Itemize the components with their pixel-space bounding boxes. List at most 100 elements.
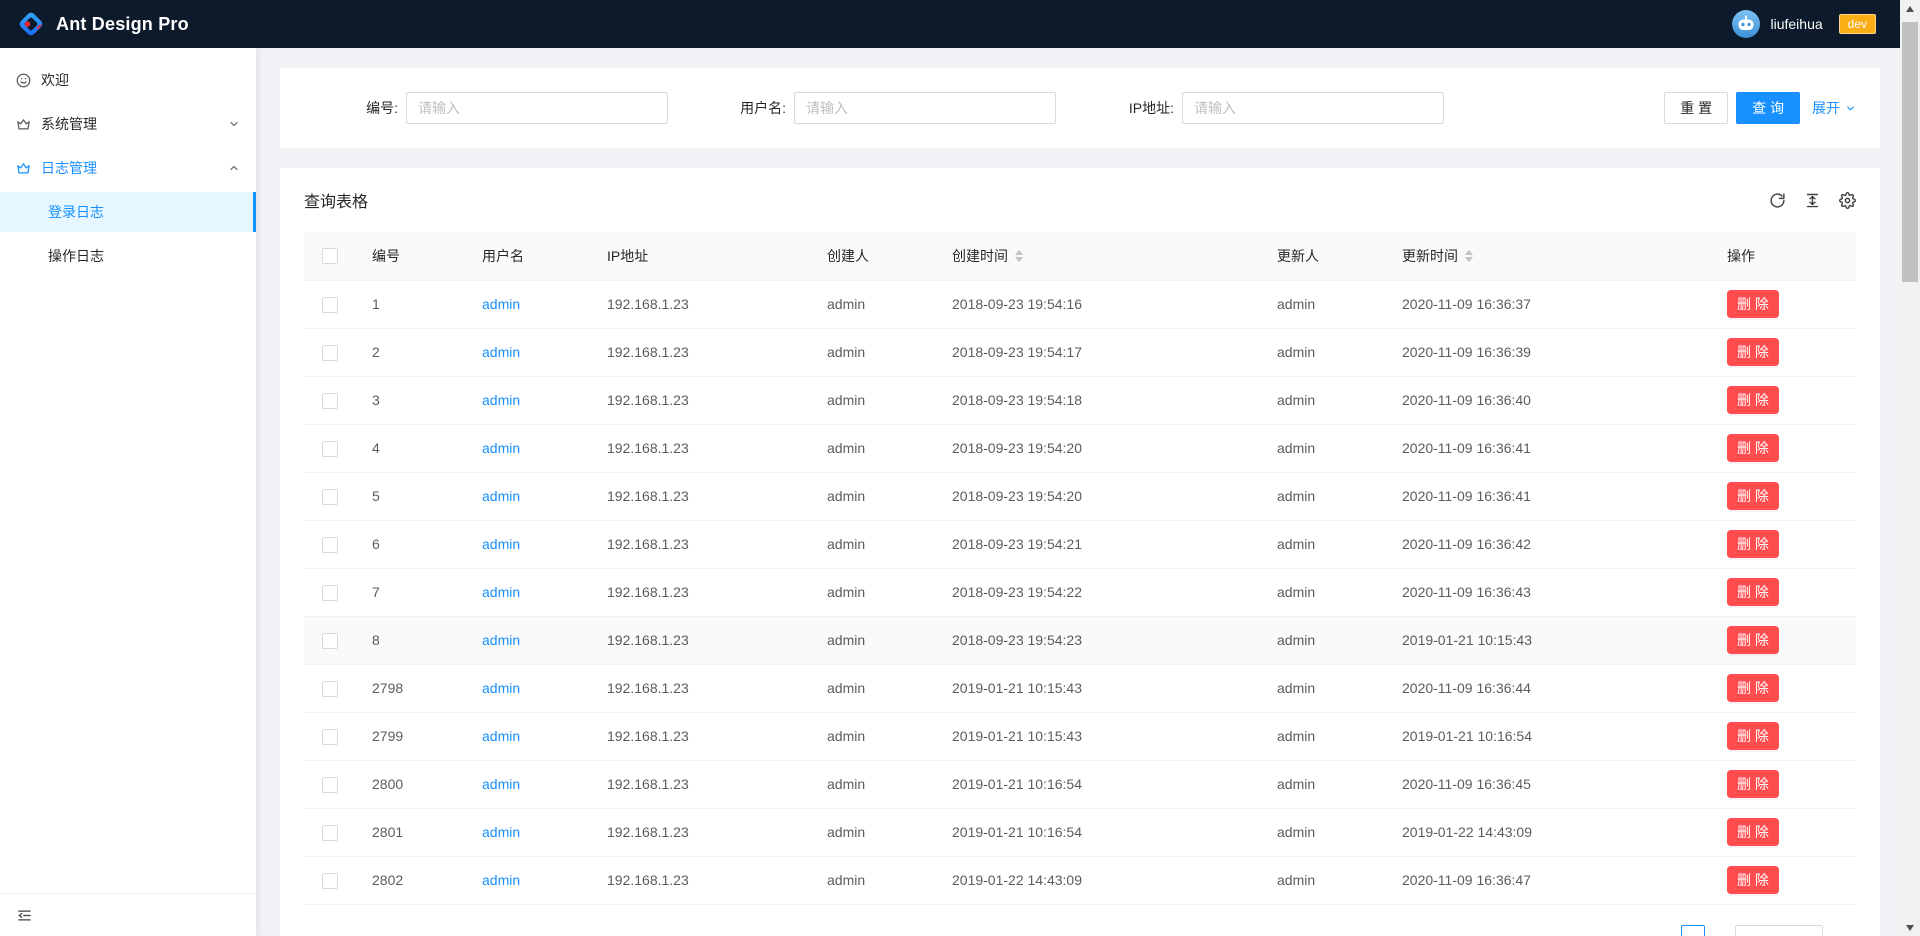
delete-button[interactable]: 删 除 bbox=[1727, 290, 1779, 318]
delete-button[interactable]: 删 除 bbox=[1727, 386, 1779, 414]
ip-input[interactable] bbox=[1182, 92, 1444, 124]
table-row: 2 admin 192.168.1.23 admin 2018-09-23 19… bbox=[304, 328, 1856, 376]
row-checkbox[interactable] bbox=[322, 873, 338, 889]
row-checkbox[interactable] bbox=[322, 825, 338, 841]
delete-button[interactable]: 删 除 bbox=[1727, 866, 1779, 894]
row-checkbox[interactable] bbox=[322, 345, 338, 361]
sidebar-item-operation-log[interactable]: 操作日志 bbox=[0, 236, 256, 276]
cell-ip: 192.168.1.23 bbox=[591, 280, 811, 328]
sidebar-collapse-trigger[interactable] bbox=[0, 893, 256, 936]
row-checkbox[interactable] bbox=[322, 297, 338, 313]
cell-updated-at: 2020-11-09 16:36:39 bbox=[1386, 328, 1711, 376]
table-body: 1 admin 192.168.1.23 admin 2018-09-23 19… bbox=[304, 280, 1856, 904]
id-input[interactable] bbox=[406, 92, 668, 124]
cell-creator: admin bbox=[811, 664, 936, 712]
row-checkbox[interactable] bbox=[322, 777, 338, 793]
row-checkbox[interactable] bbox=[322, 441, 338, 457]
delete-button[interactable]: 删 除 bbox=[1727, 626, 1779, 654]
reset-button[interactable]: 重 置 bbox=[1664, 92, 1728, 124]
select-all-checkbox[interactable] bbox=[322, 248, 338, 264]
reload-icon[interactable] bbox=[1769, 192, 1786, 209]
cell-ip: 192.168.1.23 bbox=[591, 808, 811, 856]
username-link[interactable]: admin bbox=[482, 680, 520, 696]
username-link[interactable]: admin bbox=[482, 632, 520, 648]
row-checkbox[interactable] bbox=[322, 489, 338, 505]
chevron-up-icon bbox=[228, 162, 240, 174]
cell-ip: 192.168.1.23 bbox=[591, 520, 811, 568]
cell-updater: admin bbox=[1261, 520, 1386, 568]
table-row: 4 admin 192.168.1.23 admin 2018-09-23 19… bbox=[304, 424, 1856, 472]
menu-fold-icon bbox=[17, 908, 32, 923]
username-link[interactable]: admin bbox=[482, 824, 520, 840]
column-header-creator: 创建人 bbox=[811, 232, 936, 280]
scrollbar-down-button[interactable] bbox=[1900, 919, 1920, 936]
field-id: 编号: bbox=[304, 92, 692, 124]
username-link[interactable]: admin bbox=[482, 728, 520, 744]
scrollbar-thumb[interactable] bbox=[1902, 22, 1918, 282]
user-name[interactable]: liufeihua bbox=[1770, 16, 1822, 32]
username-link[interactable]: admin bbox=[482, 536, 520, 552]
user-area[interactable]: liufeihua dev bbox=[1732, 10, 1876, 38]
username-input[interactable] bbox=[794, 92, 1056, 124]
username-link[interactable]: admin bbox=[482, 776, 520, 792]
username-link[interactable]: admin bbox=[482, 440, 520, 456]
row-checkbox[interactable] bbox=[322, 633, 338, 649]
delete-button[interactable]: 删 除 bbox=[1727, 434, 1779, 462]
cell-id: 2801 bbox=[356, 808, 466, 856]
crown-icon bbox=[16, 117, 31, 132]
sidebar-item-welcome[interactable]: 欢迎 bbox=[0, 60, 256, 100]
delete-button[interactable]: 删 除 bbox=[1727, 578, 1779, 606]
delete-button[interactable]: 删 除 bbox=[1727, 482, 1779, 510]
table-row: 5 admin 192.168.1.23 admin 2018-09-23 19… bbox=[304, 472, 1856, 520]
cell-username: admin bbox=[466, 664, 591, 712]
cell-creator: admin bbox=[811, 328, 936, 376]
row-checkbox[interactable] bbox=[322, 393, 338, 409]
avatar[interactable] bbox=[1732, 10, 1760, 38]
sidebar-item-login-log[interactable]: 登录日志 bbox=[0, 192, 256, 232]
cell-updated-at: 2020-11-09 16:36:37 bbox=[1386, 280, 1711, 328]
delete-button[interactable]: 删 除 bbox=[1727, 770, 1779, 798]
column-header-created-at[interactable]: 创建时间 bbox=[936, 232, 1261, 280]
sidebar-item-system-management[interactable]: 系统管理 bbox=[0, 104, 256, 144]
username-link[interactable]: admin bbox=[482, 392, 520, 408]
row-checkbox[interactable] bbox=[322, 585, 338, 601]
sidebar: 欢迎 系统管理 日志管理 bbox=[0, 48, 256, 936]
row-checkbox[interactable] bbox=[322, 729, 338, 745]
column-header-updated-at[interactable]: 更新时间 bbox=[1386, 232, 1711, 280]
username-link[interactable]: admin bbox=[482, 296, 520, 312]
scrollbar-up-button[interactable] bbox=[1900, 0, 1920, 17]
cell-updater: admin bbox=[1261, 808, 1386, 856]
cell-username: admin bbox=[466, 328, 591, 376]
column-height-icon[interactable] bbox=[1804, 192, 1821, 209]
username-link[interactable]: admin bbox=[482, 344, 520, 360]
page-size-select[interactable] bbox=[1735, 925, 1823, 936]
cell-creator: admin bbox=[811, 424, 936, 472]
row-checkbox[interactable] bbox=[322, 681, 338, 697]
delete-button[interactable]: 删 除 bbox=[1727, 338, 1779, 366]
username-link[interactable]: admin bbox=[482, 488, 520, 504]
table-row: 2799 admin 192.168.1.23 admin 2019-01-21… bbox=[304, 712, 1856, 760]
cell-created-at: 2018-09-23 19:54:20 bbox=[936, 424, 1261, 472]
sidebar-item-label: 欢迎 bbox=[41, 70, 69, 90]
username-link[interactable]: admin bbox=[482, 872, 520, 888]
cell-creator: admin bbox=[811, 376, 936, 424]
cell-username: admin bbox=[466, 808, 591, 856]
pagination-current-page-button[interactable] bbox=[1681, 925, 1705, 936]
sidebar-item-log-management[interactable]: 日志管理 bbox=[0, 148, 256, 188]
delete-button[interactable]: 删 除 bbox=[1727, 674, 1779, 702]
field-username: 用户名: bbox=[692, 92, 1080, 124]
logo-area: Ant Design Pro bbox=[16, 9, 189, 39]
cell-id: 2798 bbox=[356, 664, 466, 712]
cell-created-at: 2019-01-21 10:15:43 bbox=[936, 664, 1261, 712]
row-checkbox[interactable] bbox=[322, 537, 338, 553]
delete-button[interactable]: 删 除 bbox=[1727, 722, 1779, 750]
delete-button[interactable]: 删 除 bbox=[1727, 818, 1779, 846]
username-link[interactable]: admin bbox=[482, 584, 520, 600]
expand-toggle[interactable]: 展开 bbox=[1812, 98, 1856, 118]
cell-id: 2802 bbox=[356, 856, 466, 904]
delete-button[interactable]: 删 除 bbox=[1727, 530, 1779, 558]
table-row: 6 admin 192.168.1.23 admin 2018-09-23 19… bbox=[304, 520, 1856, 568]
query-button[interactable]: 查 询 bbox=[1736, 92, 1800, 124]
setting-icon[interactable] bbox=[1839, 192, 1856, 209]
cell-ip: 192.168.1.23 bbox=[591, 424, 811, 472]
